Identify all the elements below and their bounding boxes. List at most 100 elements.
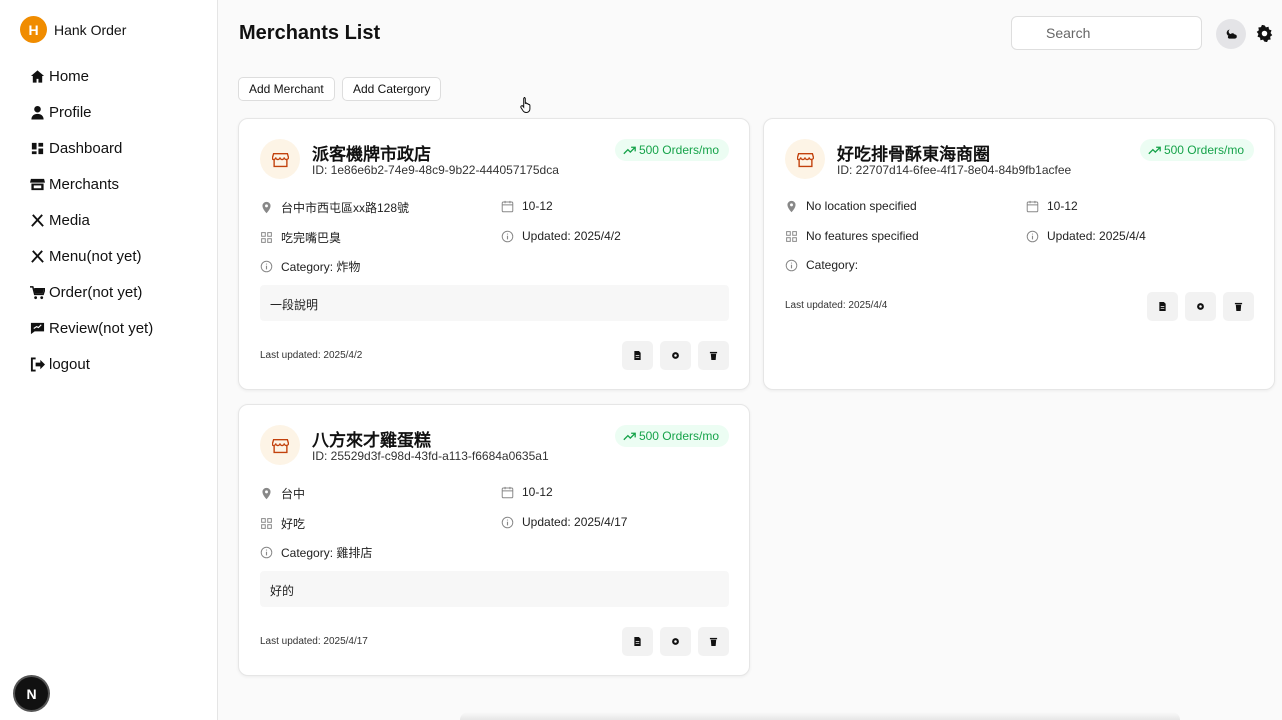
cart-icon [30,285,45,299]
merchant-hours: 10-12 [501,485,553,499]
merchant-name: 八方來才雞蛋糕 [312,431,431,450]
merchant-last-updated: Last updated: 2025/4/17 [260,636,368,647]
view-document-button[interactable] [1147,292,1178,321]
settings-button[interactable] [1254,23,1274,43]
bottom-shadow [460,712,1180,720]
merchant-location-text: 台中市西屯區xx路128號 [281,201,410,215]
trending-up-icon [1148,146,1161,154]
merchant-features: 吃完嘴巴臭 [260,229,341,246]
sidebar-item-review[interactable]: Review(not yet) [30,310,153,346]
add-category-button[interactable]: Add Catergory [342,77,442,101]
merchant-card: 八方來才雞蛋糕 ID: 25529d3f-c98d-43fd-a113-f668… [238,404,750,676]
sidebar-item-profile[interactable]: Profile [30,94,153,130]
store-icon [271,438,289,453]
sidebar-item-media[interactable]: Media [30,202,153,238]
utensils-icon [31,249,44,263]
trash-icon [709,351,718,360]
store-icon [30,178,45,190]
merchant-updated-text: Updated: 2025/4/2 [522,229,621,243]
info-icon [785,259,798,271]
sidebar-item-label: Dashboard [49,139,123,157]
sidebar-item-order[interactable]: Order(not yet) [30,274,153,310]
edit-settings-button[interactable] [660,627,691,656]
sidebar-item-dashboard[interactable]: Dashboard [30,130,153,166]
edit-settings-button[interactable] [660,341,691,370]
merchant-description: 一段說明 [260,285,729,321]
framework-badge[interactable]: N [15,677,48,710]
sidebar-item-label: Profile [49,103,92,121]
sidebar-item-menu[interactable]: Menu(not yet) [30,238,153,274]
info-icon [1026,230,1039,242]
document-icon [634,637,641,646]
merchant-features-text: No features specified [806,229,919,243]
merchant-id: ID: 22707d14-6fee-4f17-8e04-84b9fb1acfee [837,163,1072,177]
logout-icon [30,356,45,372]
merchant-last-updated: Last updated: 2025/4/2 [260,350,363,361]
delete-button[interactable] [1223,292,1254,321]
merchant-category-text: Category: [806,258,859,272]
edit-settings-button[interactable] [1185,292,1216,321]
info-icon [260,260,273,273]
merchant-last-updated: Last updated: 2025/4/4 [785,300,888,311]
view-document-button[interactable] [622,341,653,370]
merchant-features-text: 吃完嘴巴臭 [281,231,342,245]
sidebar-item-label: Menu(not yet) [49,247,142,265]
orders-badge: 500 Orders/mo [614,139,729,161]
orders-badge: 500 Orders/mo [1139,139,1254,161]
store-avatar [260,425,300,465]
hand-pointer-icon [520,97,531,113]
brand-avatar: H [20,16,47,43]
sidebar-item-label: logout [49,355,90,373]
sidebar-item-home[interactable]: Home [30,58,153,94]
utensils-icon [31,213,44,227]
info-icon [501,230,514,242]
store-icon [271,152,289,167]
sidebar-item-logout[interactable]: logout [30,346,153,382]
main-content: Merchants List Add Merchant Add Catergor… [218,0,1282,720]
grid-icon [261,232,272,243]
grid-icon [261,518,272,529]
merchant-location: No location specified [785,199,917,213]
merchant-location-text: No location specified [806,199,917,213]
merchant-features-text: 好吃 [281,517,306,531]
trending-up-icon [623,146,636,154]
document-icon [634,351,641,360]
grid-icon [786,230,797,242]
orders-badge-label: 500 Orders/mo [638,429,719,443]
merchant-name: 好吃排骨酥東海商圈 [837,145,990,164]
delete-button[interactable] [698,341,729,370]
merchant-hours-text: 10-12 [1047,199,1078,213]
merchant-location: 台中 [260,485,305,502]
orders-badge: 500 Orders/mo [614,425,729,447]
search-input[interactable] [1011,16,1202,50]
calendar-icon [501,486,514,498]
brand[interactable]: H Hank Order [20,16,126,43]
info-icon [260,546,273,559]
calendar-icon [1026,200,1039,212]
merchant-features: 好吃 [260,515,305,532]
merchant-card: 派客機牌市政店 ID: 1e86e6b2-74e9-48c9-9b22-4440… [238,118,750,390]
trash-icon [1234,302,1243,311]
theme-toggle-button[interactable] [1216,19,1246,49]
trending-up-icon [623,432,636,440]
merchant-updated: Updated: 2025/4/17 [501,515,627,529]
sidebar-item-label: Review(not yet) [49,319,154,337]
brand-name: Hank Order [54,21,127,38]
trash-icon [709,637,718,646]
orders-badge-label: 500 Orders/mo [1163,143,1244,157]
user-icon [31,105,44,120]
merchant-updated-text: Updated: 2025/4/17 [522,515,628,529]
merchant-id: ID: 1e86e6b2-74e9-48c9-9b22-444057175dca [312,163,559,177]
gear-icon [672,638,679,645]
merchant-location: 台中市西屯區xx路128號 [260,199,409,216]
orders-badge-label: 500 Orders/mo [638,143,719,157]
merchant-card: 好吃排骨酥東海商圈 ID: 22707d14-6fee-4f17-8e04-84… [763,118,1275,390]
home-icon [30,69,45,83]
store-avatar [260,139,300,179]
view-document-button[interactable] [622,627,653,656]
delete-button[interactable] [698,627,729,656]
add-merchant-button[interactable]: Add Merchant [238,77,335,101]
sidebar-item-label: Home [49,67,90,85]
sidebar-item-merchants[interactable]: Merchants [30,166,153,202]
merchant-hours-text: 10-12 [522,199,553,213]
